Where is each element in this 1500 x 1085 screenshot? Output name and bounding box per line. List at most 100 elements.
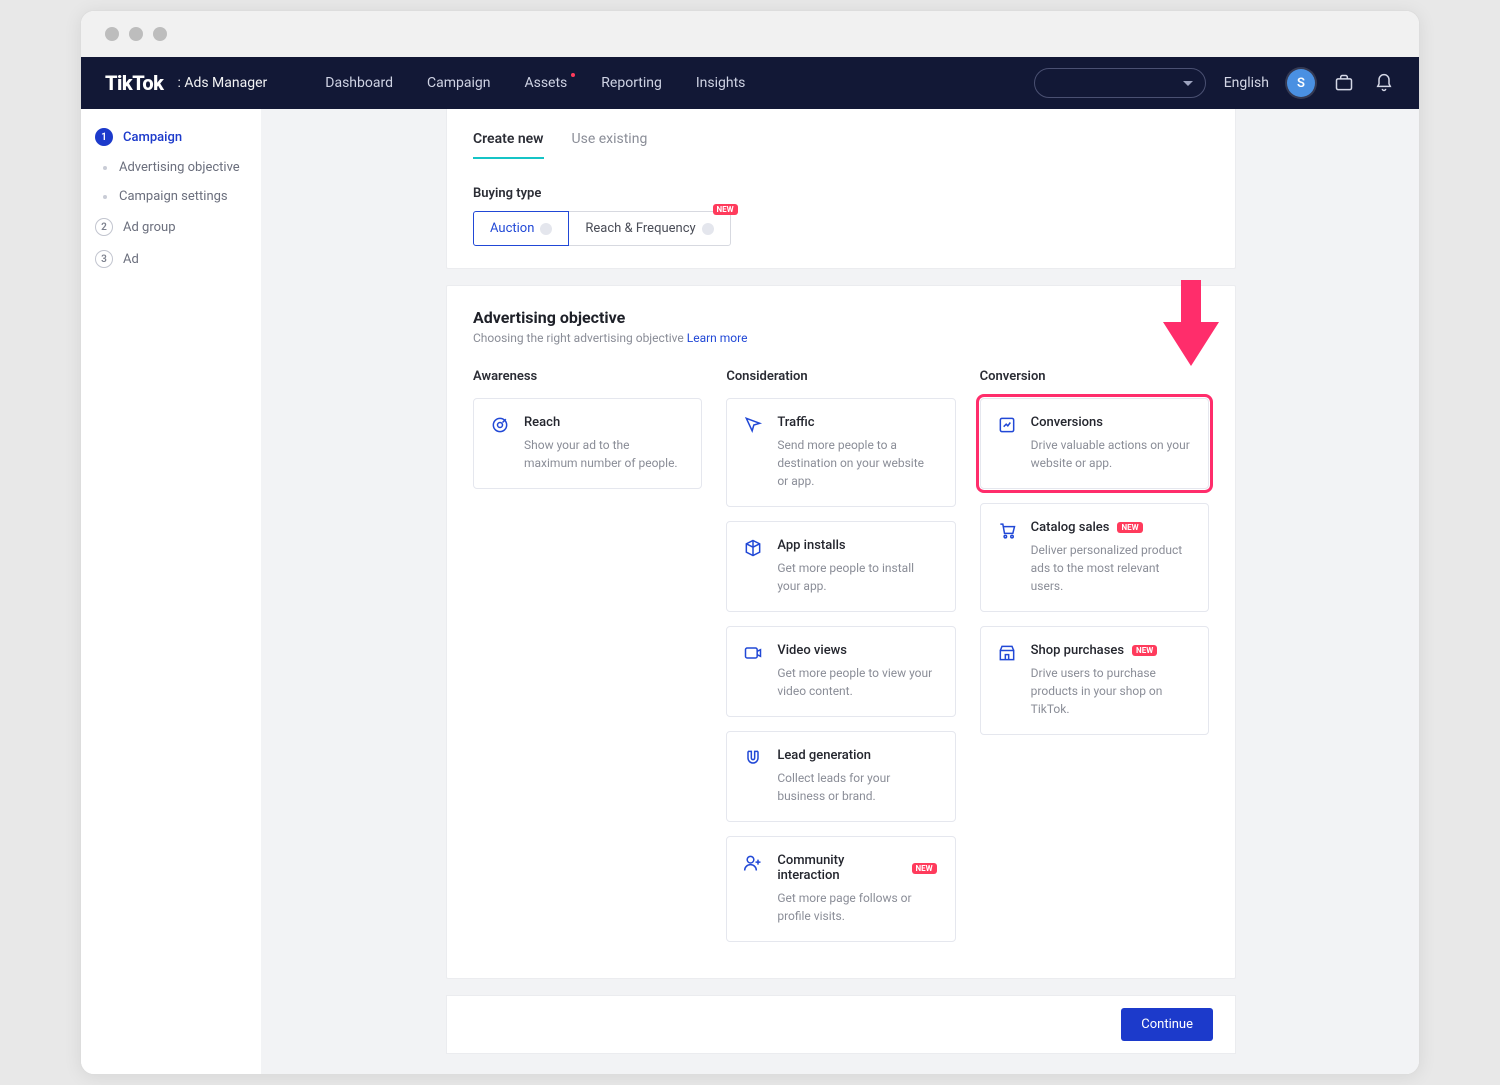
- browser-window: TikTok : Ads Manager Dashboard Campaign …: [80, 10, 1420, 1075]
- objective-desc: Get more people to view your video conte…: [777, 664, 936, 700]
- target-icon: [490, 415, 510, 435]
- buying-type-label: Buying type: [473, 186, 1209, 201]
- top-nav: Dashboard Campaign Assets Reporting Insi…: [325, 75, 745, 91]
- objective-desc: Send more people to a destination on you…: [777, 436, 936, 490]
- continue-button[interactable]: Continue: [1121, 1008, 1213, 1041]
- objective-desc: Get more page follows or profile visits.: [777, 889, 936, 925]
- card-tabs: Create new Use existing: [473, 131, 1209, 160]
- objective-desc: Drive users to purchase products in your…: [1031, 664, 1190, 718]
- objective-desc: Show your ad to the maximum number of pe…: [524, 436, 683, 472]
- buying-option-reach-frequency[interactable]: Reach & Frequency NEW: [568, 211, 730, 246]
- objective-title: Conversions: [1031, 415, 1190, 430]
- storefront-icon: [997, 643, 1017, 663]
- title-text: Catalog sales: [1031, 520, 1110, 535]
- column-awareness: Awareness Reach Show your ad to the maxi…: [473, 369, 702, 956]
- section-title: Advertising objective: [473, 308, 1209, 327]
- option-label: Auction: [490, 221, 534, 236]
- briefcase-icon[interactable]: [1333, 72, 1355, 94]
- objective-title: Shop purchases NEW: [1031, 643, 1190, 658]
- column-title: Consideration: [726, 369, 955, 384]
- sidebar-step-adgroup[interactable]: 2 Ad group: [81, 211, 261, 243]
- objective-desc: Drive valuable actions on your website o…: [1031, 436, 1190, 472]
- objective-text: App installs Get more people to install …: [777, 538, 936, 595]
- hint-text: Choosing the right advertising objective: [473, 331, 687, 345]
- objective-traffic[interactable]: Traffic Send more people to a destinatio…: [726, 398, 955, 507]
- conversion-icon: [997, 415, 1017, 435]
- sidebar-step-ad[interactable]: 3 Ad: [81, 243, 261, 275]
- cart-icon: [997, 520, 1017, 540]
- page-layout: 1 Campaign Advertising objective Campaig…: [81, 109, 1419, 1074]
- objective-desc: Deliver personalized product ads to the …: [1031, 541, 1190, 595]
- sidebar-sub-campaign-settings[interactable]: Campaign settings: [81, 182, 261, 211]
- tab-use-existing[interactable]: Use existing: [572, 131, 648, 159]
- package-icon: [743, 538, 763, 558]
- section-hint: Choosing the right advertising objective…: [473, 331, 1209, 345]
- sidebar-item-label: Advertising objective: [119, 160, 240, 175]
- sidebar-sub-advertising-objective[interactable]: Advertising objective: [81, 153, 261, 182]
- bell-icon[interactable]: [1373, 72, 1395, 94]
- new-badge: NEW: [1117, 522, 1142, 533]
- objective-title: Lead generation: [777, 748, 936, 763]
- objective-desc: Collect leads for your business or brand…: [777, 769, 936, 805]
- buying-option-auction[interactable]: Auction: [473, 211, 569, 246]
- objective-title: Traffic: [777, 415, 936, 430]
- column-conversion: Conversion Conversions Drive valuable ac…: [980, 369, 1209, 956]
- step-badge: 1: [95, 128, 113, 146]
- learn-more-link[interactable]: Learn more: [687, 331, 748, 345]
- objective-text: Conversions Drive valuable actions on yo…: [1031, 415, 1190, 472]
- sidebar-item-label: Ad: [123, 252, 139, 267]
- objective-text: Reach Show your ad to the maximum number…: [524, 415, 683, 472]
- account-selector[interactable]: [1034, 68, 1206, 98]
- new-badge: NEW: [713, 204, 738, 215]
- objective-lead-generation[interactable]: Lead generation Collect leads for your b…: [726, 731, 955, 822]
- language-selector[interactable]: English: [1224, 75, 1269, 91]
- info-icon[interactable]: [540, 223, 552, 235]
- sidebar-item-label: Campaign settings: [119, 189, 228, 204]
- header-right: English S: [1034, 68, 1395, 98]
- window-dot[interactable]: [153, 27, 167, 41]
- title-text: Shop purchases: [1031, 643, 1124, 658]
- objective-text: Traffic Send more people to a destinatio…: [777, 415, 936, 490]
- objective-conversions[interactable]: Conversions Drive valuable actions on yo…: [980, 398, 1209, 489]
- objective-title: Community interaction NEW: [777, 853, 936, 883]
- new-badge: NEW: [912, 863, 937, 874]
- info-icon[interactable]: [702, 223, 714, 235]
- card-buying-type: Create new Use existing Buying type Auct…: [446, 109, 1236, 269]
- objective-catalog-sales[interactable]: Catalog sales NEW Deliver personalized p…: [980, 503, 1209, 612]
- objective-text: Community interaction NEW Get more page …: [777, 853, 936, 925]
- objective-reach[interactable]: Reach Show your ad to the maximum number…: [473, 398, 702, 489]
- objective-text: Lead generation Collect leads for your b…: [777, 748, 936, 805]
- new-badge: NEW: [1132, 645, 1157, 656]
- nav-campaign[interactable]: Campaign: [427, 75, 490, 91]
- profile-plus-icon: [743, 853, 763, 873]
- nav-reporting[interactable]: Reporting: [601, 75, 662, 91]
- step-badge: 3: [95, 250, 113, 268]
- sidebar: 1 Campaign Advertising objective Campaig…: [81, 109, 261, 1074]
- objective-title: Catalog sales NEW: [1031, 520, 1190, 535]
- objective-desc: Get more people to install your app.: [777, 559, 936, 595]
- objective-shop-purchases[interactable]: Shop purchases NEW Drive users to purcha…: [980, 626, 1209, 735]
- avatar[interactable]: S: [1287, 69, 1315, 97]
- brand-logo: TikTok: [105, 71, 163, 95]
- objective-community-interaction[interactable]: Community interaction NEW Get more page …: [726, 836, 955, 942]
- window-dot[interactable]: [105, 27, 119, 41]
- nav-dashboard[interactable]: Dashboard: [325, 75, 393, 91]
- app-header: TikTok : Ads Manager Dashboard Campaign …: [81, 57, 1419, 109]
- sidebar-step-campaign[interactable]: 1 Campaign: [81, 121, 261, 153]
- nav-insights[interactable]: Insights: [696, 75, 746, 91]
- objective-title: Reach: [524, 415, 683, 430]
- objective-columns: Awareness Reach Show your ad to the maxi…: [473, 369, 1209, 956]
- objective-title: Video views: [777, 643, 936, 658]
- column-consideration: Consideration Traffic Send more people t…: [726, 369, 955, 956]
- tab-create-new[interactable]: Create new: [473, 131, 544, 159]
- objective-video-views[interactable]: Video views Get more people to view your…: [726, 626, 955, 717]
- window-dot[interactable]: [129, 27, 143, 41]
- sidebar-item-label: Ad group: [123, 220, 176, 235]
- sidebar-item-label: Campaign: [123, 130, 182, 145]
- title-text: Community interaction: [777, 853, 903, 883]
- buying-type-segmented: Auction Reach & Frequency NEW: [473, 211, 1209, 246]
- objective-app-installs[interactable]: App installs Get more people to install …: [726, 521, 955, 612]
- column-title: Conversion: [980, 369, 1209, 384]
- nav-assets[interactable]: Assets: [524, 75, 567, 91]
- objective-title: App installs: [777, 538, 936, 553]
